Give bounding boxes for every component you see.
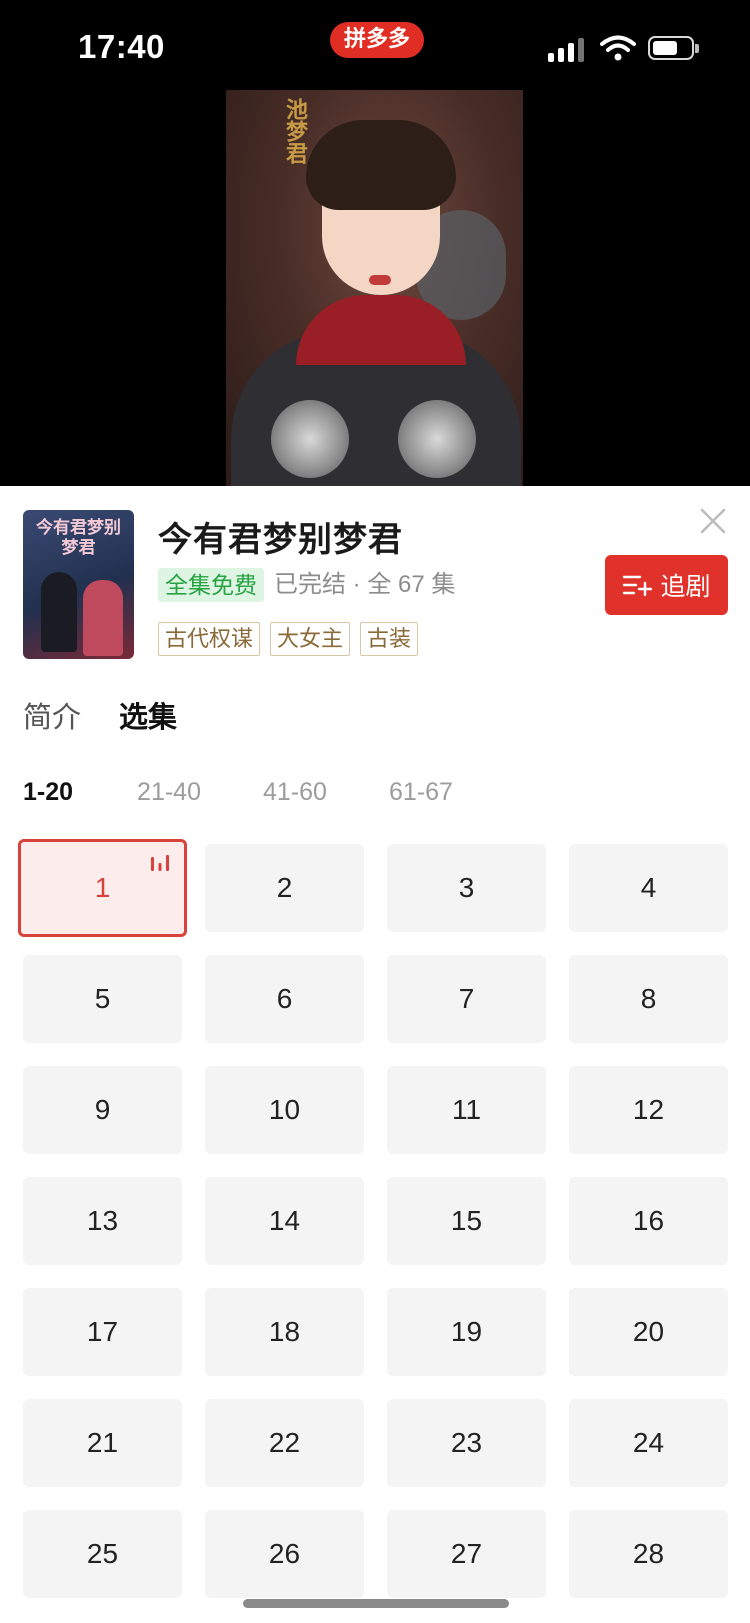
episode-number: 20: [632, 1316, 665, 1347]
free-badge: 全集免费: [158, 568, 264, 602]
genre-tag[interactable]: 古装: [360, 622, 419, 656]
episode-button[interactable]: 20: [569, 1288, 728, 1376]
episode-number: 15: [450, 1205, 483, 1236]
episode-number: 9: [94, 1094, 111, 1125]
episode-button-current[interactable]: 1: [18, 839, 187, 937]
episode-grid: 1 2 3 4 5 6 7 8 9 10 11 12 13 14 15 16 1…: [18, 839, 729, 1598]
episode-number: 13: [86, 1205, 119, 1236]
episode-range-selector: 1-20 21-40 41-60 61-67: [23, 778, 515, 807]
range-tab[interactable]: 41-60: [263, 778, 327, 807]
status-bar: 17:40 拼多多: [0, 0, 750, 96]
poster-calligraphy: 池梦君: [282, 98, 308, 164]
episode-status: 已完结 · 全 67 集: [274, 571, 456, 598]
range-tab[interactable]: 1-20: [23, 778, 73, 807]
episode-number: 28: [632, 1538, 665, 1569]
episode-number: 19: [450, 1316, 483, 1347]
episode-number: 14: [268, 1205, 301, 1236]
now-playing-icon: [151, 855, 169, 871]
follow-label: 追剧: [660, 573, 711, 601]
range-tab[interactable]: 21-40: [137, 778, 201, 807]
episode-number: 21: [86, 1427, 119, 1458]
episode-number: 2: [276, 872, 293, 903]
episode-button[interactable]: 5: [23, 955, 182, 1043]
armor-medallion: [398, 400, 476, 478]
episode-number: 4: [640, 872, 657, 903]
episode-button[interactable]: 10: [205, 1066, 364, 1154]
clock: 17:40: [78, 28, 165, 65]
episode-number: 18: [268, 1316, 301, 1347]
episode-number: 1: [94, 872, 111, 903]
close-icon[interactable]: [698, 506, 728, 536]
episode-button[interactable]: 24: [569, 1399, 728, 1487]
episode-number: 25: [86, 1538, 119, 1569]
episode-button[interactable]: 6: [205, 955, 364, 1043]
episode-button[interactable]: 22: [205, 1399, 364, 1487]
episode-button[interactable]: 26: [205, 1510, 364, 1598]
episode-number: 24: [632, 1427, 665, 1458]
episode-button[interactable]: 12: [569, 1066, 728, 1154]
episode-number: 17: [86, 1316, 119, 1347]
battery-icon: [648, 36, 699, 60]
video-frame: 池梦君: [226, 90, 523, 486]
episode-button[interactable]: 15: [387, 1177, 546, 1265]
episode-button[interactable]: 11: [387, 1066, 546, 1154]
episode-button[interactable]: 18: [205, 1288, 364, 1376]
tab-intro[interactable]: 简介: [23, 694, 81, 736]
add-playlist-icon: [623, 575, 653, 597]
episode-button[interactable]: 14: [205, 1177, 364, 1265]
episode-button[interactable]: 27: [387, 1510, 546, 1598]
episode-number: 10: [268, 1094, 301, 1125]
wifi-icon: [600, 35, 636, 61]
episode-button[interactable]: 13: [23, 1177, 182, 1265]
cover-title-art: 今有君梦别梦君: [36, 518, 121, 558]
episode-button[interactable]: 19: [387, 1288, 546, 1376]
episode-button[interactable]: 3: [387, 844, 546, 932]
episode-number: 22: [268, 1427, 301, 1458]
episode-number: 27: [450, 1538, 483, 1569]
episode-button[interactable]: 2: [205, 844, 364, 932]
episode-button[interactable]: 28: [569, 1510, 728, 1598]
genre-tag[interactable]: 古代权谋: [158, 622, 261, 656]
episode-number: 8: [640, 983, 657, 1014]
episode-number: 7: [458, 983, 475, 1014]
app-badge: 拼多多: [330, 22, 425, 58]
episode-number: 3: [458, 872, 475, 903]
drama-cover[interactable]: 今有君梦别梦君: [23, 510, 134, 659]
episode-button[interactable]: 9: [23, 1066, 182, 1154]
drama-title: 今有君梦别梦君: [158, 521, 403, 559]
episode-number: 16: [632, 1205, 665, 1236]
home-indicator[interactable]: [243, 1599, 509, 1608]
range-tab[interactable]: 61-67: [389, 778, 453, 807]
episode-button[interactable]: 25: [23, 1510, 182, 1598]
episode-number: 26: [268, 1538, 301, 1569]
tab-episodes[interactable]: 选集: [119, 694, 177, 736]
detail-tabs: 简介 选集: [23, 694, 177, 736]
episode-number: 6: [276, 983, 293, 1014]
episode-button[interactable]: 8: [569, 955, 728, 1043]
episode-number: 5: [94, 983, 111, 1014]
follow-button[interactable]: 追剧: [605, 555, 728, 615]
episode-number: 11: [451, 1094, 482, 1125]
episode-number: 12: [632, 1094, 665, 1125]
episode-button[interactable]: 23: [387, 1399, 546, 1487]
episode-button[interactable]: 21: [23, 1399, 182, 1487]
episode-button[interactable]: 7: [387, 955, 546, 1043]
video-player[interactable]: 17:40 拼多多 池梦君: [0, 0, 750, 486]
episode-button[interactable]: 17: [23, 1288, 182, 1376]
episode-button[interactable]: 16: [569, 1177, 728, 1265]
cellular-signal-icon: [548, 38, 586, 62]
episode-button[interactable]: 4: [569, 844, 728, 932]
tag-list: 古代权谋 大女主 古装: [158, 622, 419, 656]
genre-tag[interactable]: 大女主: [270, 622, 351, 656]
armor-medallion: [271, 400, 349, 478]
episode-number: 23: [450, 1427, 483, 1458]
